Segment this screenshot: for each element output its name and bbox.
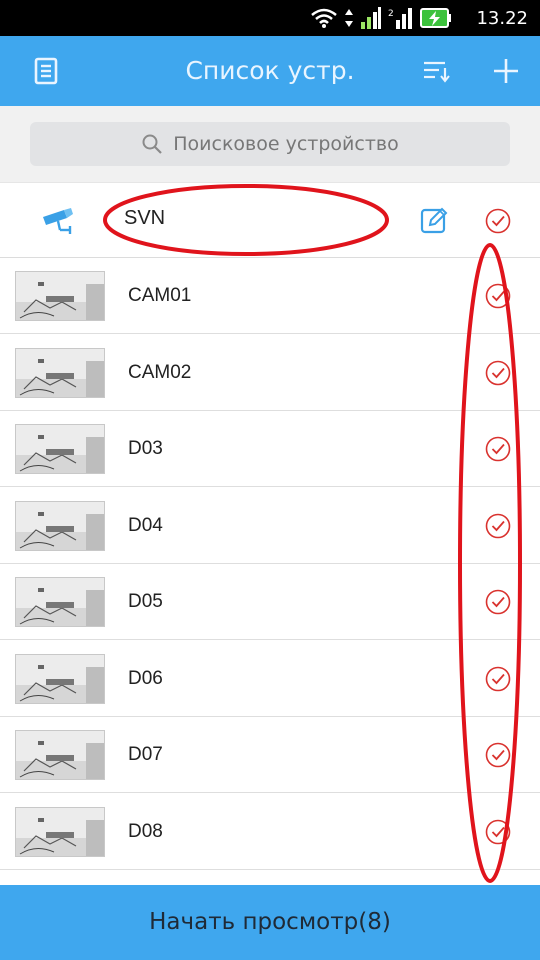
device-check-icon[interactable]	[485, 360, 511, 386]
device-thumbnail	[15, 271, 105, 321]
search-bar: Поисковое устройство	[0, 106, 540, 182]
device-name: D03	[128, 438, 163, 459]
device-row[interactable]: D08	[0, 793, 540, 870]
device-check-icon[interactable]	[485, 283, 511, 309]
data-arrows-icon	[345, 9, 353, 27]
device-check-icon[interactable]	[485, 819, 511, 845]
device-row[interactable]: D04	[0, 487, 540, 564]
signal-icon-1	[361, 7, 381, 29]
wifi-icon	[311, 8, 337, 28]
plus-icon	[494, 59, 518, 83]
device-name: CAM02	[128, 361, 192, 383]
device-check-icon[interactable]	[485, 436, 511, 462]
device-row[interactable]: D06	[0, 640, 540, 717]
start-view-button[interactable]: Начать просмотр(8)	[0, 885, 540, 960]
camera-icon	[43, 208, 73, 234]
page-title: Список устр.	[185, 56, 355, 85]
sort-icon	[424, 61, 450, 83]
device-check-icon[interactable]	[485, 666, 511, 692]
device-thumbnail	[15, 424, 105, 474]
app-header: Список устр.	[0, 36, 540, 106]
search-input[interactable]: Поисковое устройство	[30, 122, 510, 166]
device-row[interactable]: D05	[0, 564, 540, 640]
status-bar: 2 13.22	[0, 0, 540, 36]
search-placeholder: Поисковое устройство	[173, 133, 399, 155]
device-row[interactable]: CAM01	[0, 258, 540, 334]
search-icon	[142, 134, 163, 154]
edit-icon[interactable]	[420, 206, 448, 234]
device-check-icon[interactable]	[485, 742, 511, 768]
device-row[interactable]: D07	[0, 717, 540, 793]
device-name: D08	[128, 820, 163, 842]
device-thumbnail	[15, 500, 105, 551]
device-name: D06	[128, 667, 163, 689]
battery-icon	[420, 8, 451, 28]
status-icons: 2	[310, 6, 452, 30]
sort-button[interactable]	[418, 53, 454, 89]
device-name: D04	[128, 514, 163, 536]
device-thumbnail	[15, 577, 105, 627]
add-device-button[interactable]	[488, 53, 524, 89]
group-check-icon[interactable]	[485, 208, 511, 234]
app-screen: 2 13.22 Список устр. Поисковое устройств…	[0, 0, 540, 960]
device-check-icon[interactable]	[485, 513, 511, 539]
device-row[interactable]: D03	[0, 411, 540, 487]
svg-text:2: 2	[388, 9, 394, 19]
device-thumbnail	[15, 806, 105, 857]
device-thumbnail	[15, 347, 105, 398]
device-thumbnail	[15, 730, 105, 780]
device-group-row[interactable]: SVN	[0, 182, 540, 258]
clock: 13.22	[476, 8, 528, 29]
device-name: D05	[128, 591, 163, 612]
device-name: CAM01	[128, 285, 192, 306]
signal-icon-2: 2	[388, 8, 412, 29]
device-thumbnail	[15, 653, 105, 704]
device-row[interactable]: CAM02	[0, 334, 540, 411]
device-name: D07	[128, 744, 163, 765]
device-check-icon[interactable]	[485, 589, 511, 615]
group-name: SVN	[124, 207, 166, 229]
